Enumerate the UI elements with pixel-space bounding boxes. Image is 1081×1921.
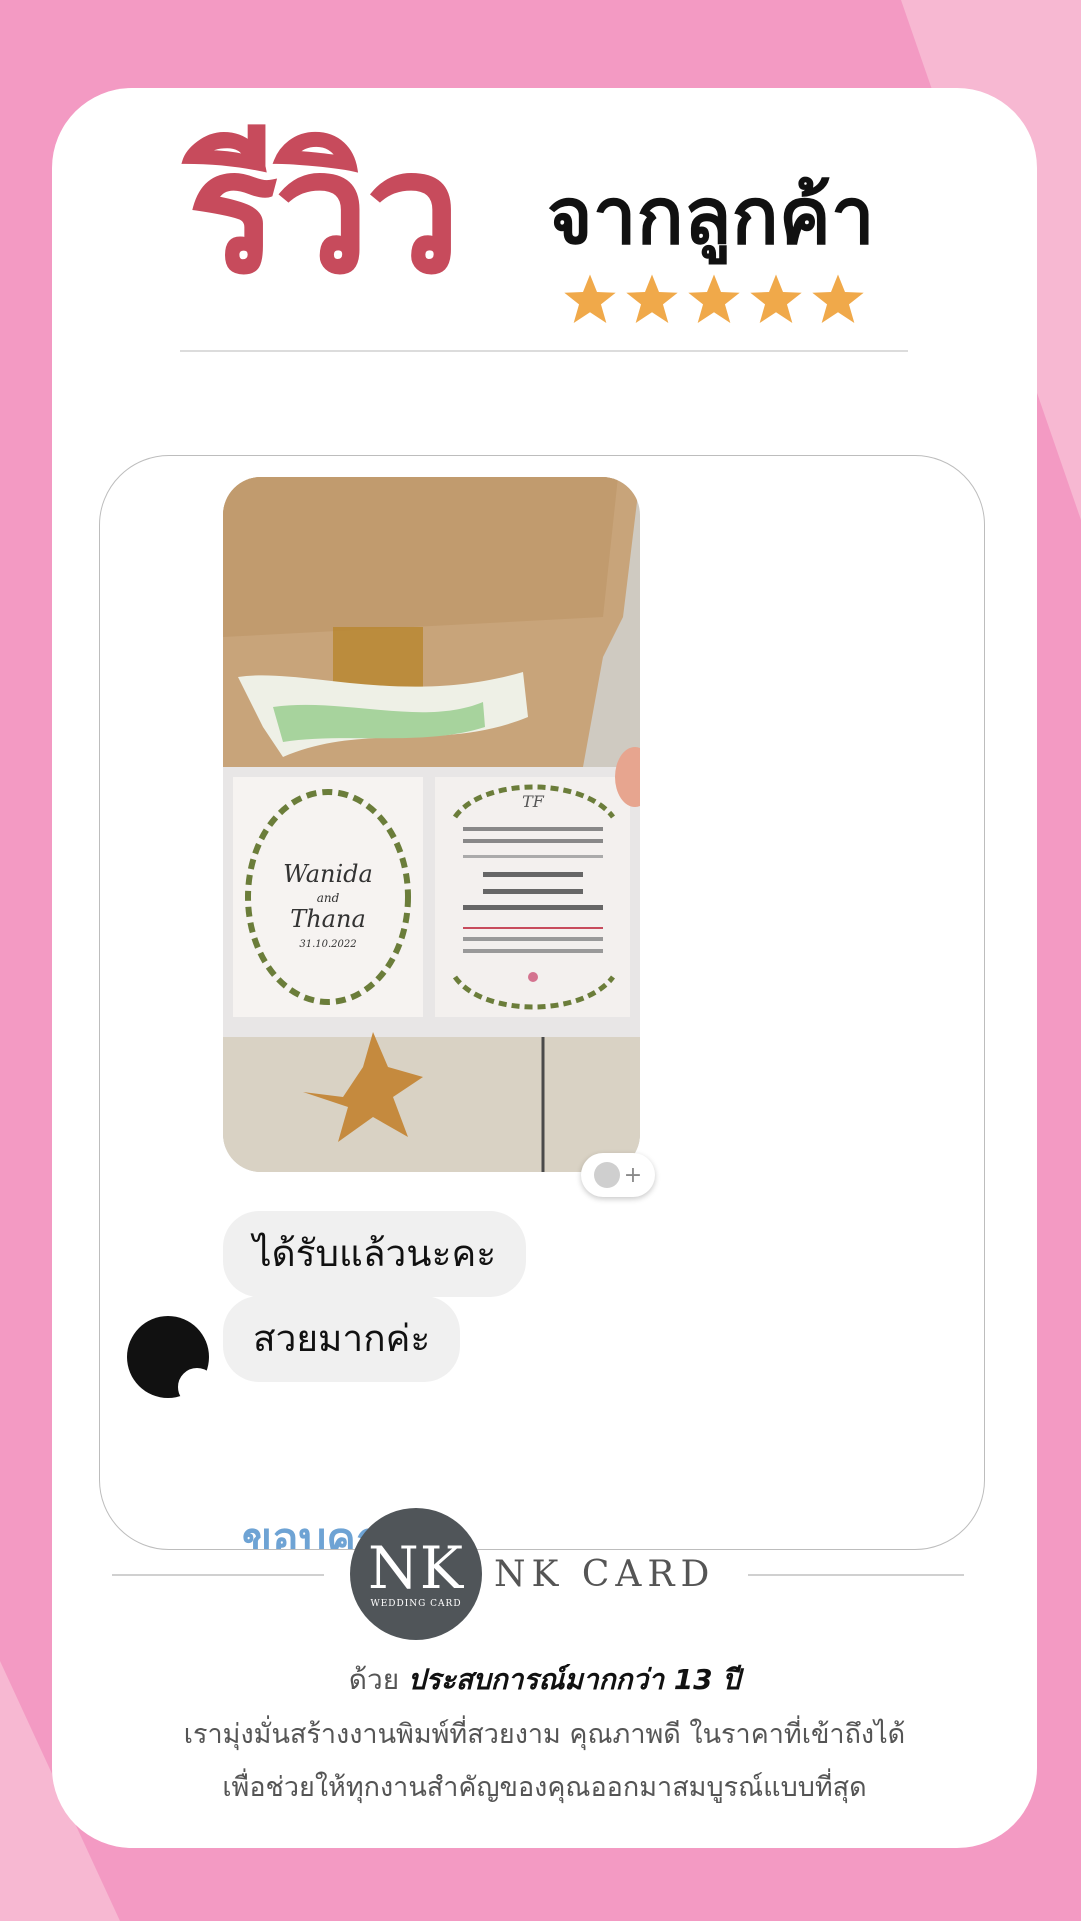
tagline-line-1: เรามุ่งมั่นสร้างงานพิมพ์ที่สวยงาม คุณภาพ…: [183, 1719, 906, 1750]
rating-stars: [562, 271, 866, 327]
footer-divider-left: [112, 1574, 324, 1576]
star-icon: [812, 274, 864, 324]
star-icon: [750, 274, 802, 324]
invite-date: 31.10.2022: [299, 939, 356, 950]
avatar-status-dot: [178, 1368, 216, 1406]
invite-name-2: Thana: [290, 905, 366, 933]
tagline-line-2: เพื่อช่วยให้ทุกงานสำคัญของคุณออกมาสมบูรณ…: [222, 1772, 867, 1803]
invite-and: and: [317, 891, 340, 905]
photo-illustration: Wanida and Thana 31.10.2022 TF: [223, 477, 640, 1172]
review-card: รีวิว จากลูกค้า Wanida and Thana 31.10.2…: [52, 88, 1037, 1848]
header: รีวิว จากลูกค้า: [52, 88, 1037, 358]
message-bubble: สวยมากค่ะ: [223, 1296, 461, 1382]
experience-prefix: ด้วย: [348, 1663, 400, 1696]
review-title: รีวิว: [187, 114, 461, 312]
experience-highlight: ประสบการณ์มากกว่า 13 ปี: [408, 1663, 741, 1696]
invite-name-1: Wanida: [283, 860, 373, 888]
brand-logo: NK WEDDING CARD: [350, 1508, 482, 1640]
star-icon: [564, 274, 616, 324]
emoji-add-icon: [593, 1162, 620, 1188]
brand-name: NK CARD: [494, 1554, 716, 1595]
footer-divider-right: [748, 1574, 964, 1576]
logo-text: NK: [367, 1534, 465, 1602]
star-icon: [688, 274, 740, 324]
experience-line: ด้วย ประสบการณ์มากกว่า 13 ปี: [52, 1658, 1037, 1702]
customer-photo[interactable]: Wanida and Thana 31.10.2022 TF: [223, 477, 640, 1172]
star-icon: [626, 274, 678, 324]
reaction-plus: +: [623, 1162, 643, 1188]
message-bubble: ได้รับแล้วนะคะ: [223, 1211, 527, 1297]
logo-subtext: WEDDING CARD: [370, 1599, 462, 1609]
invite-monogram: TF: [522, 792, 545, 811]
header-divider: [180, 350, 908, 352]
from-customer-title: จากลูกค้า: [547, 172, 875, 262]
add-reaction-button[interactable]: +: [581, 1153, 655, 1197]
chat-screenshot: Wanida and Thana 31.10.2022 TF + ได้รับแ…: [99, 455, 985, 1550]
